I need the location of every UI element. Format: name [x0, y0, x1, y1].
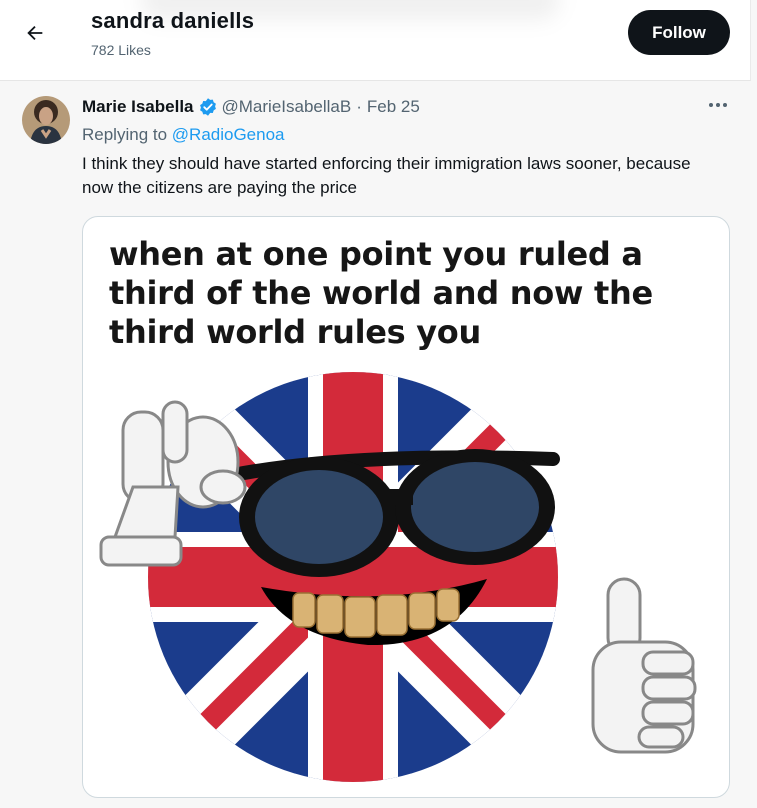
profile-header: sandra daniells 782 Likes Follow — [0, 0, 751, 81]
avatar[interactable] — [22, 96, 70, 144]
profile-name: sandra daniells — [91, 8, 255, 33]
follow-button[interactable]: Follow — [628, 10, 730, 55]
more-horizontal-icon — [709, 103, 727, 107]
author-name[interactable]: Marie Isabella — [82, 97, 194, 117]
tweet-text: I think they should have started enforci… — [82, 154, 691, 197]
replying-to: Replying to @RadioGenoa — [82, 125, 285, 145]
tweet[interactable]: Marie Isabella @MarieIsabellaB · Feb 25 … — [0, 81, 750, 808]
author-handle[interactable]: @MarieIsabellaB — [222, 97, 352, 117]
tweet-media[interactable]: when at one point you ruled a third of t… — [82, 216, 730, 798]
verified-badge-icon — [198, 97, 218, 117]
likes-count: 782 Likes — [91, 42, 151, 58]
tweet-date[interactable]: Feb 25 — [367, 97, 420, 117]
separator-dot: · — [356, 97, 362, 116]
meme-caption: when at one point you ruled a third of t… — [109, 235, 653, 351]
avatar-image — [22, 96, 70, 144]
back-button[interactable] — [18, 16, 52, 50]
arrow-left-icon — [27, 25, 43, 41]
more-options-button[interactable] — [704, 95, 732, 115]
replying-mention-link[interactable]: @RadioGenoa — [172, 125, 285, 144]
thumbs-up-glove — [591, 577, 697, 754]
replying-prefix: Replying to — [82, 125, 172, 144]
tweet-author-row: Marie Isabella @MarieIsabellaB · Feb 25 — [82, 97, 420, 117]
